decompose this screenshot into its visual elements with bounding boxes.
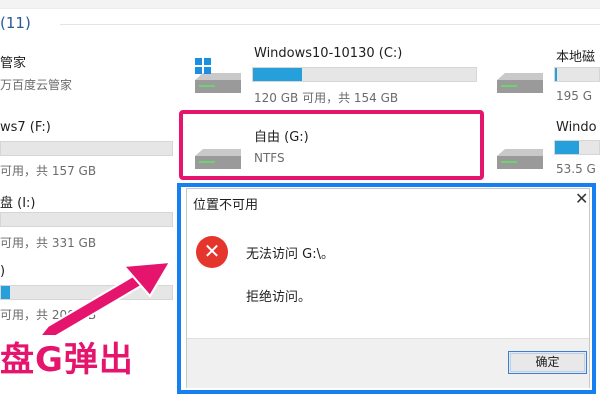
drive-baidu-sub: 万百度云管家 — [0, 78, 73, 92]
drive-c-usage-fill — [253, 68, 303, 81]
dialog-message: 无法访问 G:\。 — [246, 247, 334, 262]
window-top-strip — [0, 0, 600, 9]
drive-c-sub: 120 GB 可用，共 154 GB — [254, 91, 399, 105]
drive-local-icon[interactable] — [495, 72, 545, 94]
drive-c-usage-bar — [252, 67, 477, 82]
drive-windows-icon[interactable] — [495, 148, 545, 170]
drive-i-usage-bar — [0, 212, 173, 227]
windows-logo-icon — [195, 58, 211, 74]
annotation-text: 盘G弹出 — [0, 340, 134, 380]
section-divider — [60, 24, 600, 25]
drive-local-usage-fill — [555, 68, 558, 81]
drive-local-usage-bar — [554, 67, 600, 82]
drive-g-name[interactable]: 自由 (G:) — [254, 126, 309, 145]
drive-windows-name[interactable]: Windo — [556, 120, 597, 135]
drive-f-sub: 可用，共 157 GB — [0, 164, 97, 178]
drive-i-sub: 可用，共 331 GB — [0, 236, 97, 250]
drive-g-filesystem: NTFS — [254, 151, 285, 165]
close-icon[interactable]: ✕ — [575, 189, 588, 208]
dialog-detail: 拒绝访问。 — [246, 290, 312, 305]
drive-f-usage-bar — [0, 141, 173, 156]
drive-i-name[interactable]: 盘 (I:) — [0, 192, 36, 211]
drive-local-name[interactable]: 本地磁 — [556, 46, 595, 65]
drive-windows-sub: 53.5 G — [556, 162, 596, 176]
drive-g-icon[interactable] — [193, 148, 243, 170]
devices-section-header[interactable]: (11) — [0, 14, 31, 32]
drive-local-sub: 195 G — [556, 89, 593, 103]
drive-baidu-name[interactable]: 管家 — [0, 52, 26, 71]
drive-c-name[interactable]: Windows10-10130 (C:) — [254, 46, 402, 61]
drive-c-icon[interactable] — [193, 58, 243, 94]
drive-windows-usage-bar — [554, 140, 600, 155]
dialog-title: 位置不可用 — [193, 198, 259, 213]
drive-windows-usage-fill — [555, 141, 580, 154]
ok-button[interactable]: 确定 — [508, 351, 587, 374]
error-icon: ✕ — [196, 236, 228, 268]
drive-f-name[interactable]: ws7 (F:) — [0, 120, 51, 135]
